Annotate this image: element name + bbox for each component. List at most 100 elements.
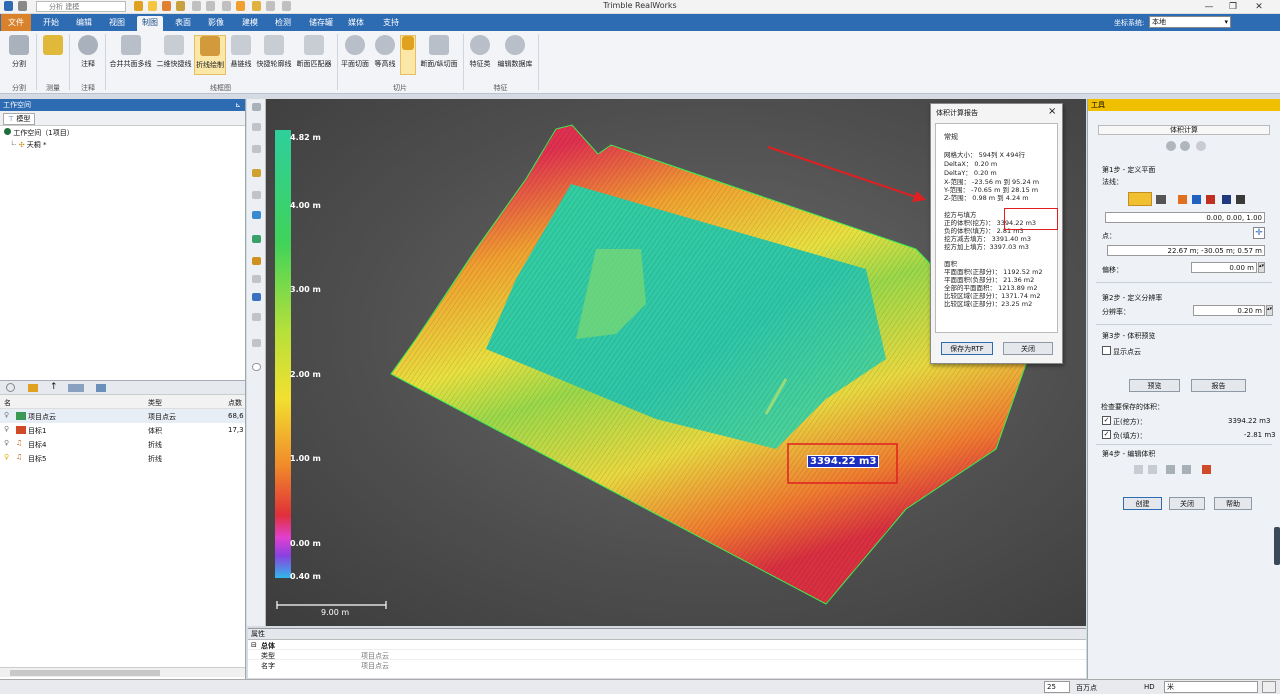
tool-option-icon[interactable] (1166, 141, 1176, 151)
tab-surface[interactable]: 表面 (170, 16, 196, 31)
tab-media[interactable]: 媒体 (343, 16, 369, 31)
save-rtf-button[interactable]: 保存为RTF (941, 342, 993, 355)
minimize-icon[interactable]: — (1198, 0, 1220, 14)
resolution-input[interactable]: 0.20 m (1193, 305, 1265, 316)
preview-button[interactable]: 预览 (1129, 379, 1180, 392)
zoom-icon[interactable] (252, 169, 261, 177)
2d-quickline-button[interactable]: 二维快捷线 (155, 35, 193, 75)
light-icon[interactable] (252, 257, 261, 265)
tab-tanks[interactable]: 储存罐 (304, 16, 338, 31)
table-row[interactable]: ♀ 项目点云 项目点云 68,6 (0, 409, 245, 423)
status-settings-icon[interactable] (1262, 681, 1276, 693)
slice-tool-button[interactable] (400, 35, 416, 75)
merge-coplanar-button[interactable]: 合并共面多线 (107, 35, 154, 75)
side-handle[interactable] (1274, 527, 1280, 565)
clip-icon[interactable] (252, 339, 261, 347)
edit-volume-icon[interactable] (1182, 465, 1191, 474)
section-matcher-button[interactable]: 断面匹配器 (294, 35, 334, 75)
toolbar-pencil-icon[interactable] (236, 1, 245, 11)
pin-icon[interactable]: ⊾ (235, 99, 245, 111)
normal-axis-icon[interactable] (1156, 195, 1166, 204)
histogram-icon[interactable] (1202, 465, 1211, 474)
tab-support[interactable]: 支持 (378, 16, 404, 31)
contour-lines-button[interactable]: 等高线 (371, 35, 399, 75)
cloud-icon[interactable] (252, 275, 261, 283)
search-icon[interactable] (6, 383, 15, 392)
tree-root[interactable]: 工作空间（1项目） (4, 128, 74, 138)
show-points-checkbox[interactable] (1102, 346, 1111, 355)
tab-edit[interactable]: 编辑 (71, 16, 97, 31)
tab-inspection[interactable]: 检测 (270, 16, 296, 31)
catenary-button[interactable]: 悬链线 (228, 35, 254, 75)
point-size-icon[interactable] (252, 313, 261, 321)
report-button[interactable]: 报告 (1191, 379, 1246, 392)
layer-icon[interactable] (252, 293, 261, 301)
tab-modeling[interactable]: 建模 (237, 16, 263, 31)
bulb-icon[interactable]: ♀ (4, 453, 9, 461)
normal-z-icon[interactable] (1206, 195, 1215, 204)
normal-x-icon[interactable] (1178, 195, 1187, 204)
toolbar-save-icon[interactable] (176, 1, 185, 11)
pick-point-icon[interactable]: ✛ (1253, 227, 1265, 239)
nav-tool-icon[interactable] (252, 103, 261, 111)
coord-system-select[interactable]: 本地 ▾ (1149, 16, 1231, 28)
pan-icon[interactable] (252, 145, 261, 153)
normal-plane-icon[interactable] (1222, 195, 1231, 204)
toolbar-folder-icon[interactable] (134, 1, 143, 11)
toolbar-settings-icon[interactable] (192, 1, 201, 11)
undo-icon[interactable] (18, 1, 27, 11)
edit-database-button[interactable]: 编辑数据库 (495, 35, 535, 75)
create-button[interactable]: 创建 (1123, 497, 1162, 510)
tab-model[interactable]: ⊤ 模型 (3, 113, 36, 125)
property-row[interactable]: 名字 项目点云 (248, 660, 1086, 670)
close-button[interactable]: 关闭 (1169, 497, 1205, 510)
view-options-icon[interactable] (68, 384, 84, 392)
property-row[interactable]: 类型 项目点云 (248, 650, 1086, 660)
color-mode-icon[interactable] (252, 235, 261, 243)
select-icon[interactable] (252, 191, 261, 199)
report-close-button[interactable]: 关闭 (1003, 342, 1053, 355)
collapse-icon[interactable]: ⊟ (251, 641, 257, 649)
edit-volume-icon[interactable] (1148, 465, 1157, 474)
tab-drawing[interactable]: 制图 (137, 16, 163, 31)
point-input[interactable]: 22.67 m; -30.05 m; 0.57 m (1107, 245, 1265, 256)
annotation-button[interactable]: 注释 (74, 35, 102, 75)
normal-camera-icon[interactable] (1236, 195, 1245, 204)
tool-option-icon[interactable] (1180, 141, 1190, 151)
polyline-draw-button[interactable]: 折线绘制 (194, 35, 226, 75)
circle-icon[interactable] (252, 363, 261, 371)
view-cube-icon[interactable] (252, 211, 261, 219)
horizontal-scrollbar[interactable] (0, 667, 245, 677)
table-row[interactable]: ♀ ♫ 目标4 折线 (0, 437, 245, 451)
maximize-icon[interactable]: ❐ (1222, 0, 1244, 14)
toolbar-tag-icon[interactable] (266, 1, 275, 11)
pick-normal-button[interactable] (1128, 192, 1152, 206)
table-row[interactable]: ♀ 目标1 体积 17,3 (0, 423, 245, 437)
edit-volume-icon[interactable] (1166, 465, 1175, 474)
toolbar-open-icon[interactable] (148, 1, 157, 11)
bulb-icon[interactable]: ♀ (4, 439, 9, 447)
normal-y-icon[interactable] (1192, 195, 1201, 204)
bulb-icon[interactable]: ♀ (4, 411, 9, 419)
plane-section-button[interactable]: 平面切面 (340, 35, 370, 75)
point-budget-input[interactable]: 25 (1044, 681, 1070, 693)
dialog-close-x[interactable]: × (1048, 106, 1056, 117)
toolbar-more-icon[interactable] (282, 1, 291, 11)
toolbar-copy-icon[interactable] (222, 1, 231, 11)
toolbar-print-icon[interactable] (206, 1, 215, 11)
col-type[interactable]: 类型 (148, 398, 162, 408)
search-input[interactable]: 分析 建模 (36, 1, 126, 12)
feature-class-button[interactable]: 特征类 (466, 35, 494, 75)
up-arrow-icon[interactable]: ↑ (50, 382, 58, 392)
resolution-stepper[interactable]: ▴▾ (1266, 305, 1273, 316)
col-name[interactable]: 名 (4, 398, 11, 408)
unit-select[interactable]: 米 (1164, 681, 1258, 693)
bulb-icon[interactable]: ♀ (4, 425, 9, 433)
tree-project[interactable]: └· ✣ 天桐 * (10, 140, 47, 150)
tab-home[interactable]: 开始 (38, 16, 64, 31)
split-button[interactable]: 分割 (4, 35, 34, 75)
tool-link-icon[interactable] (1196, 141, 1206, 151)
offset-stepper[interactable]: ▴▾ (1258, 262, 1265, 273)
quick-contour-button[interactable]: 快捷轮廓线 (255, 35, 293, 75)
measure-button[interactable] (40, 35, 66, 75)
